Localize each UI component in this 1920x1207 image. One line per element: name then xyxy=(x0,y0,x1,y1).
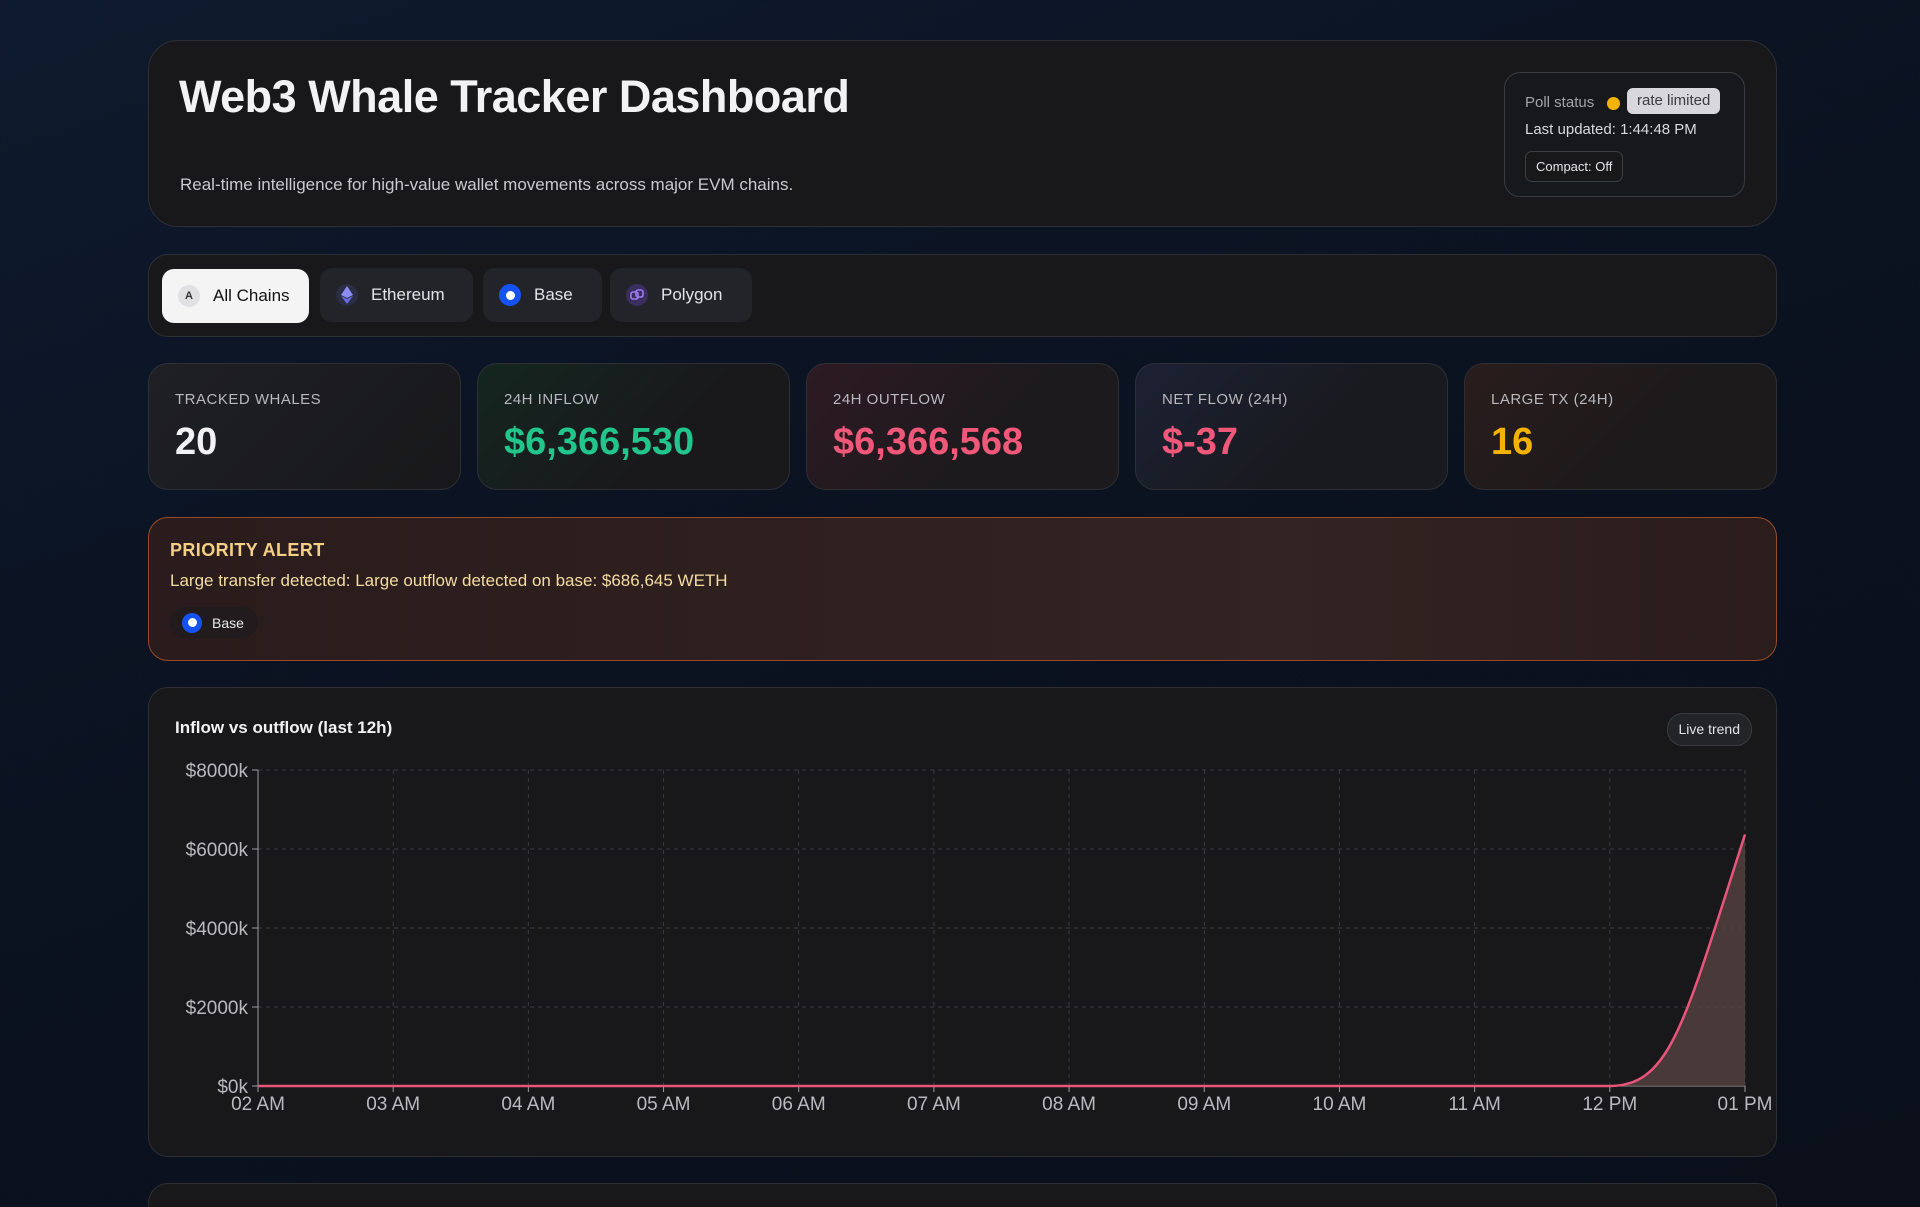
flow-chart-card: $0k $2000k $4000k $6000k $8000k 02 AM 03 AM 04 … xyxy=(148,687,1777,1157)
page-title: Web3 Whale Tracker Dashboard xyxy=(179,71,850,122)
tab-polygon[interactable]: Polygon xyxy=(610,268,752,322)
x-tick-label: 06 AM xyxy=(772,1094,826,1115)
stat-24h-inflow: 24H INFLOW $6,366,530 xyxy=(477,363,790,490)
y-tick-label: $8000k xyxy=(186,761,249,782)
tab-label: Polygon xyxy=(661,285,723,304)
x-tick-label: 08 AM xyxy=(1042,1094,1096,1115)
header-card: Web3 Whale Tracker Dashboard Real-time i… xyxy=(148,40,1777,227)
alert-chain-chip: Base xyxy=(170,607,258,638)
last-updated-text: Last updated: 1:44:48 PM xyxy=(1525,121,1697,138)
flow-chart: $0k$2000k$4000k$6000k$8000k02 AM 03 AM 04 … xyxy=(186,761,1773,1115)
page-subtitle: Real-time intelligence for high-value wa… xyxy=(180,175,794,194)
chart-title: Inflow vs outflow (last 12h) xyxy=(175,718,393,737)
y-tick-label: $6000k xyxy=(186,840,249,861)
status-dot-icon xyxy=(1607,97,1620,110)
alert-chain-label: Base xyxy=(212,614,244,631)
tab-all-chains[interactable]: A All Chains xyxy=(162,269,309,323)
stat-value: $6,366,530 xyxy=(504,421,695,463)
x-tick-label: 09 AM xyxy=(1177,1094,1231,1115)
status-badge: rate limited xyxy=(1627,88,1721,114)
base-icon xyxy=(499,284,521,306)
y-tick-label: $4000k xyxy=(186,919,249,940)
base-icon xyxy=(182,612,202,633)
series-line xyxy=(258,834,1747,1088)
stat-label: NET FLOW (24H) xyxy=(1162,391,1288,408)
tab-label: All Chains xyxy=(213,286,290,305)
live-trend-badge: Live trend xyxy=(1666,713,1752,746)
poll-status-panel: Poll status rate limited Last updated: 1… xyxy=(1504,72,1745,197)
x-tick-label: 03 AM xyxy=(366,1094,420,1115)
stat-label: 24H INFLOW xyxy=(504,391,600,408)
stat-value: 16 xyxy=(1491,421,1534,463)
stat-label: 24H OUTFLOW xyxy=(833,391,946,408)
poll-status-label: Poll status xyxy=(1525,94,1595,111)
next-section-card xyxy=(148,1183,1777,1207)
alert-title: PRIORITY ALERT xyxy=(170,540,325,560)
stat-24h-outflow: 24H OUTFLOW $6,366,568 xyxy=(806,363,1119,490)
chain-filter-bar: A All Chains Ethereum Base Polygon xyxy=(148,254,1777,337)
ethereum-icon xyxy=(336,284,358,306)
compact-toggle-button[interactable]: Compact: Off xyxy=(1525,151,1624,182)
stat-value: $-37 xyxy=(1162,421,1239,463)
all-chains-icon: A xyxy=(178,285,200,307)
series-area xyxy=(258,834,1745,1086)
stat-net-flow: NET FLOW (24H) $-37 xyxy=(1135,363,1448,490)
x-tick-label: 01 PM xyxy=(1718,1094,1773,1115)
tab-ethereum[interactable]: Ethereum xyxy=(320,268,473,322)
x-tick-label: 10 AM xyxy=(1313,1094,1367,1115)
alert-message: Large transfer detected: Large outflow d… xyxy=(170,571,728,590)
polygon-icon xyxy=(626,284,648,306)
x-tick-label: 07 AM xyxy=(907,1094,961,1115)
stat-value: $6,366,568 xyxy=(833,421,1024,463)
priority-alert: PRIORITY ALERT Large transfer detected: … xyxy=(148,517,1777,661)
tab-label: Base xyxy=(534,285,573,304)
x-tick-label: 12 PM xyxy=(1582,1094,1637,1115)
stat-label: LARGE TX (24H) xyxy=(1491,391,1614,408)
tab-label: Ethereum xyxy=(371,285,445,304)
stat-label: TRACKED WHALES xyxy=(175,391,322,408)
y-tick-label: $2000k xyxy=(186,998,249,1019)
x-tick-label: 11 AM xyxy=(1448,1094,1500,1115)
x-tick-label: 05 AM xyxy=(637,1094,691,1115)
stat-large-tx: LARGE TX (24H) 16 xyxy=(1464,363,1777,490)
x-tick-label: 02 AM xyxy=(231,1094,285,1115)
x-tick-label: 04 AM xyxy=(501,1094,555,1115)
stat-value: 20 xyxy=(175,421,218,463)
tab-base[interactable]: Base xyxy=(483,268,602,322)
stat-tracked-whales: TRACKED WHALES 20 xyxy=(148,363,461,490)
